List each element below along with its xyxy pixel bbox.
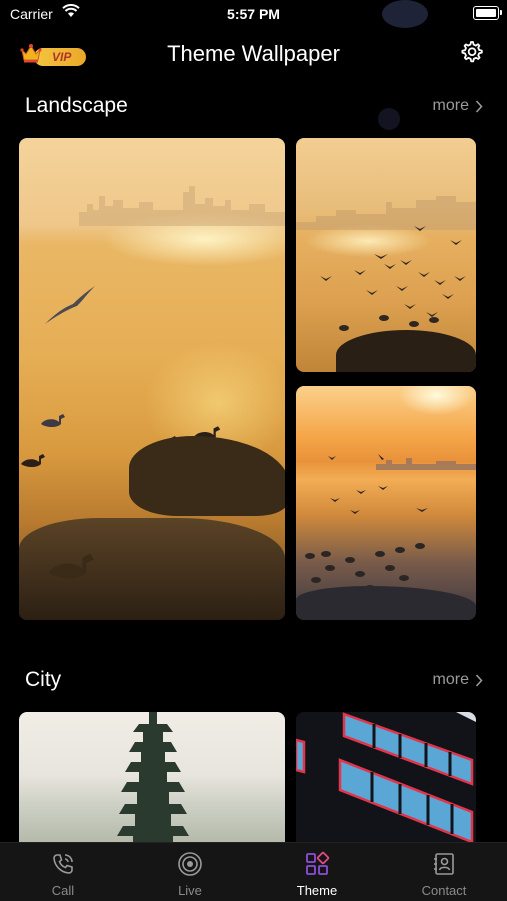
section-title-city: City: [25, 668, 62, 691]
phone-icon: [53, 854, 73, 874]
background-speck: [382, 0, 428, 28]
chevron-right-icon: [475, 99, 483, 113]
clock: 5:57 PM: [227, 6, 280, 22]
duck-silhouette: [48, 553, 94, 579]
tab-label: Call: [51, 883, 75, 898]
theme-grid-icon: [306, 851, 330, 875]
wallpaper-tile[interactable]: [296, 386, 476, 620]
rock-silhouette: [336, 330, 476, 372]
duck-silhouette: [21, 454, 45, 467]
building-facade: [296, 712, 476, 852]
tab-live[interactable]: Live: [127, 843, 253, 901]
page-title: Theme Wallpaper: [167, 41, 340, 66]
background-speck: [378, 108, 400, 130]
chevron-right-icon: [475, 673, 483, 687]
wallpaper-tile[interactable]: [19, 138, 285, 620]
section-title-landscape: Landscape: [25, 94, 128, 117]
landscape-more-link[interactable]: more: [433, 97, 483, 115]
tab-contact[interactable]: Contact: [381, 843, 507, 901]
tab-label: Theme: [296, 883, 338, 898]
live-icon: [178, 852, 202, 876]
tab-label: Live: [178, 883, 202, 898]
status-bar: Carrier 5:57 PM: [0, 0, 507, 28]
app-header: VIP Theme Wallpaper: [0, 34, 507, 74]
tab-call[interactable]: Call: [0, 843, 126, 901]
seagull-silhouette: [45, 286, 95, 324]
more-label: more: [432, 671, 469, 688]
gear-icon[interactable]: [459, 40, 483, 64]
seagull-flock: [320, 226, 466, 331]
duck-silhouette: [41, 414, 65, 427]
city-more-link[interactable]: more: [433, 671, 483, 689]
wallpaper-tile[interactable]: [296, 138, 476, 372]
wallpaper-tile[interactable]: [19, 712, 285, 852]
tab-bar: Call Live Theme Contact: [0, 842, 507, 901]
tab-theme[interactable]: Theme: [254, 843, 380, 901]
wallpaper-tile[interactable]: [296, 712, 476, 852]
tab-label: Contact: [421, 883, 467, 898]
rock-silhouette: [129, 436, 285, 516]
bird-flock: [305, 454, 428, 591]
pagoda-silhouette: [117, 712, 189, 852]
more-label: more: [432, 97, 469, 114]
contact-card-icon: [434, 853, 454, 875]
battery-icon: [473, 6, 502, 20]
skyline-silhouette: [79, 186, 285, 226]
